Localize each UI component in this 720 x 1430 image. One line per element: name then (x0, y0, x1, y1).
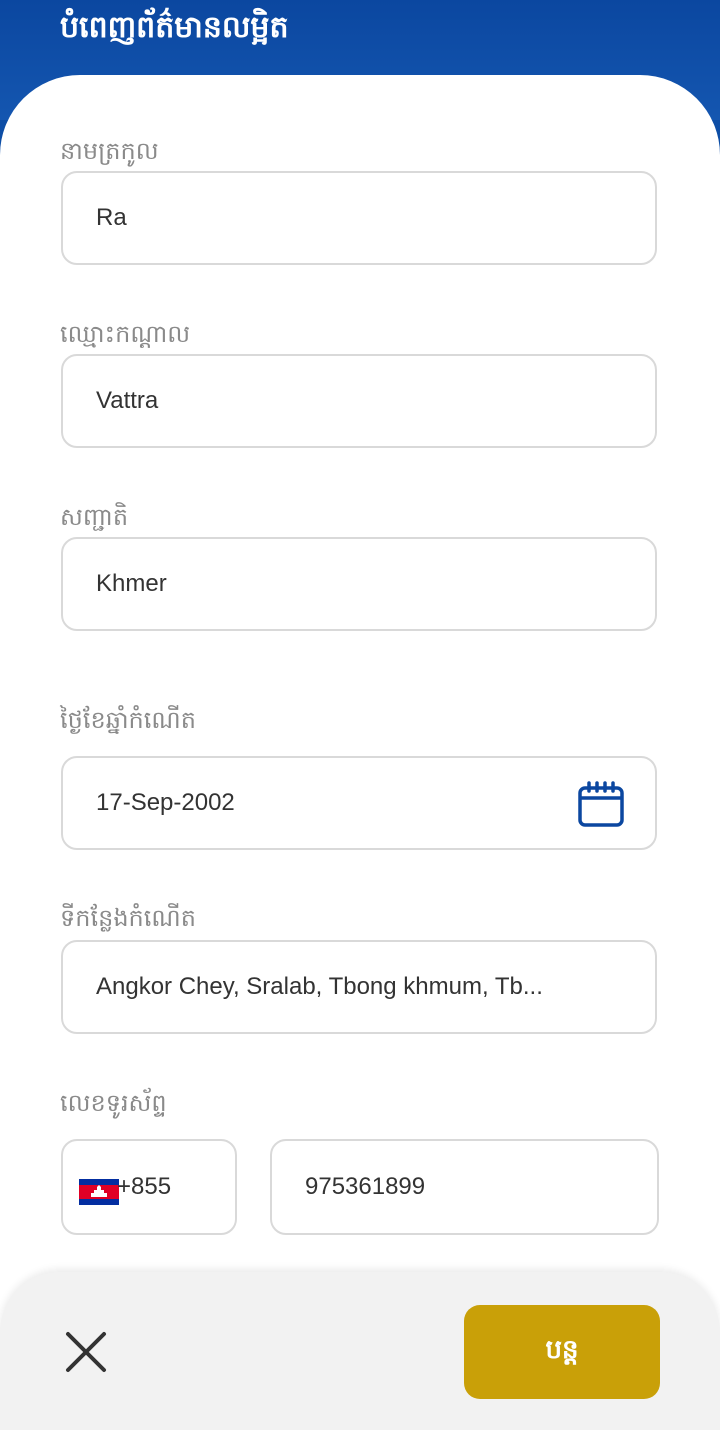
last-name-field[interactable]: Ra (61, 171, 657, 265)
nationality-label: សញ្ជាតិ (60, 503, 129, 531)
nationality-value: Khmer (96, 570, 167, 597)
last-name-label: នាមត្រកូល (60, 137, 159, 165)
middle-name-field[interactable]: Vattra (61, 354, 657, 448)
calendar-icon[interactable] (577, 781, 625, 829)
phone-number-field[interactable]: 975361899 (270, 1139, 659, 1235)
place-of-birth-value: Angkor Chey, Sralab, Tbong khmum, Tb... (96, 973, 543, 1000)
close-icon[interactable] (58, 1324, 114, 1380)
middle-name-value: Vattra (96, 387, 159, 414)
middle-name-label: ឈ្មោះកណ្តាល (60, 320, 191, 348)
nationality-field[interactable]: Khmer (61, 537, 657, 631)
date-of-birth-field[interactable]: 17-Sep-2002 (61, 756, 657, 850)
cambodia-flag-icon (79, 1179, 119, 1205)
date-of-birth-label: ថ្ងៃខែឆ្នាំកំណើត (60, 706, 196, 734)
page-title: បំពេញព័ត៌មានលម្អិត (60, 10, 289, 45)
place-of-birth-label: ទីកន្លែងកំណើត (60, 904, 196, 932)
continue-button[interactable]: បន្ត (464, 1305, 660, 1399)
bottom-action-bar: បន្ត (0, 1272, 720, 1430)
country-code-value: +855 (117, 1173, 172, 1200)
place-of-birth-field[interactable]: Angkor Chey, Sralab, Tbong khmum, Tb... (61, 940, 657, 1034)
date-of-birth-value: 17-Sep-2002 (96, 789, 235, 816)
last-name-value: Ra (96, 204, 127, 231)
phone-number-value: 975361899 (305, 1173, 426, 1200)
country-code-selector[interactable]: +855 (61, 1139, 237, 1235)
phone-label: លេខទូរស័ព្ទ (60, 1089, 167, 1117)
